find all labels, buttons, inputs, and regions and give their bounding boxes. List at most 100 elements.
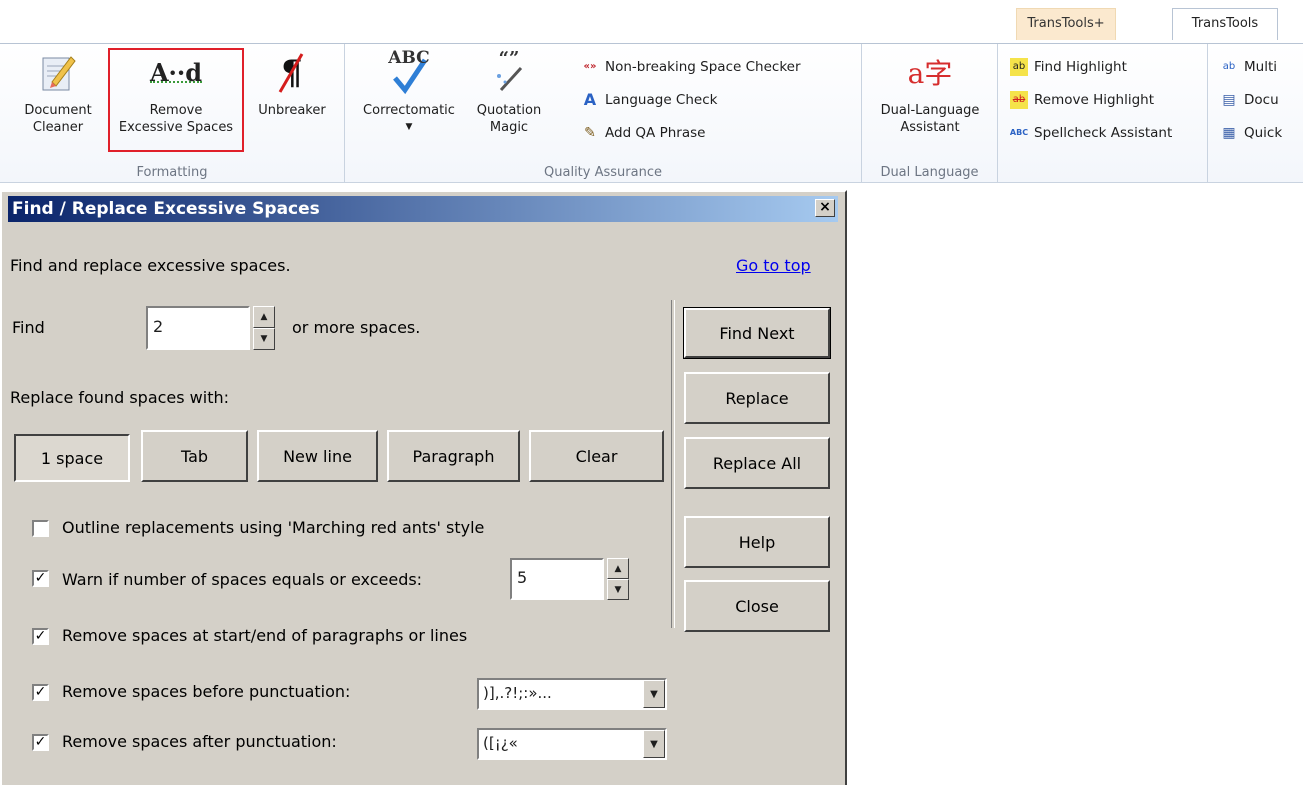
- dual-language-assistant-button[interactable]: a字 Dual-Language Assistant: [862, 50, 998, 136]
- language-check-icon: A: [583, 90, 597, 109]
- quick-button[interactable]: ▦ Quick: [1220, 122, 1282, 144]
- multi-icon: ab: [1222, 61, 1236, 72]
- before-punct-label: Remove spaces before punctuation:: [62, 682, 351, 701]
- language-check-button[interactable]: A Language Check: [581, 89, 718, 111]
- find-label: Find: [12, 318, 45, 337]
- go-to-top-link[interactable]: Go to top: [736, 256, 811, 275]
- paragraph-button[interactable]: Paragraph: [387, 430, 520, 482]
- document-cleaner-label2: Cleaner: [32, 120, 84, 135]
- find-highlight-label: Find Highlight: [1034, 59, 1127, 75]
- before-punct-select[interactable]: )],.?!;:»... ▼: [477, 678, 667, 710]
- spellcheck-assistant-label: Spellcheck Assistant: [1034, 125, 1173, 141]
- warn-checkbox[interactable]: ✓: [32, 570, 49, 587]
- quotation-magic-label2: Magic: [489, 120, 529, 135]
- after-punct-label: Remove spaces after punctuation:: [62, 732, 337, 751]
- remove-highlight-button[interactable]: ab Remove Highlight: [1010, 89, 1154, 111]
- dialog-titlebar[interactable]: Find / Replace Excessive Spaces ×: [8, 196, 838, 222]
- unbreaker-icon: ¶: [248, 50, 336, 96]
- spellcheck-assistant-button[interactable]: ABC Spellcheck Assistant: [1010, 122, 1172, 144]
- vertical-separator: [671, 300, 675, 628]
- after-punct-checkbox[interactable]: ✓: [32, 734, 49, 751]
- tab-option-button[interactable]: Tab: [141, 430, 248, 482]
- quotation-magic-label1: Quotation: [476, 103, 542, 118]
- document-cleaner-button[interactable]: Document Cleaner: [18, 50, 98, 136]
- warn-threshold-input[interactable]: 5: [510, 558, 604, 600]
- after-punct-value: ([¡¿«: [483, 734, 518, 752]
- spin-down-icon[interactable]: ▼: [607, 579, 629, 600]
- non-breaking-space-icon: «»: [583, 61, 597, 72]
- non-breaking-space-checker-button[interactable]: «» Non-breaking Space Checker: [581, 56, 801, 78]
- warn-threshold-spinner[interactable]: ▲ ▼: [607, 558, 629, 600]
- dialog-title: Find / Replace Excessive Spaces: [12, 199, 320, 219]
- spin-down-icon[interactable]: ▼: [253, 328, 275, 350]
- tab-transtools[interactable]: TransTools: [1172, 8, 1278, 40]
- quotation-magic-button[interactable]: “” Quotation Magic: [459, 50, 559, 136]
- replace-with-label: Replace found spaces with:: [10, 388, 230, 407]
- spin-up-icon[interactable]: ▲: [607, 558, 629, 579]
- find-count-spinner[interactable]: ▲ ▼: [253, 306, 275, 350]
- replace-button[interactable]: Replace: [684, 372, 830, 424]
- correctomatic-dropdown-icon[interactable]: ▼: [353, 119, 465, 136]
- tab-transtools-plus[interactable]: TransTools+: [1016, 8, 1116, 40]
- outline-checkbox[interactable]: [32, 520, 49, 537]
- group-dual-language-label: Dual Language: [880, 165, 979, 180]
- add-qa-phrase-button[interactable]: ✎ Add QA Phrase: [581, 122, 705, 144]
- group-quality-assurance-label: Quality Assurance: [544, 165, 662, 180]
- non-breaking-space-checker-label: Non-breaking Space Checker: [605, 59, 801, 75]
- find-next-button[interactable]: Find Next: [683, 307, 831, 359]
- group-highlight: ab Find Highlight ab Remove Highlight AB…: [998, 44, 1208, 182]
- after-punct-select[interactable]: ([¡¿« ▼: [477, 728, 667, 760]
- quick-icon: ▦: [1222, 125, 1236, 141]
- multi-label: Multi: [1244, 59, 1277, 75]
- correctomatic-label: Correctomatic: [363, 103, 455, 118]
- spin-up-icon[interactable]: ▲: [253, 306, 275, 328]
- group-formatting-label: Formatting: [136, 165, 208, 180]
- intro-text: Find and replace excessive spaces.: [10, 256, 291, 275]
- quotation-magic-icon: “”: [459, 50, 559, 96]
- before-punct-value: )],.?!;:»...: [483, 684, 552, 702]
- warn-option-label: Warn if number of spaces equals or excee…: [62, 570, 423, 589]
- add-qa-phrase-label: Add QA Phrase: [605, 125, 706, 141]
- unbreaker-button[interactable]: ¶ Unbreaker: [248, 50, 336, 119]
- dual-language-icon: a字: [907, 56, 953, 90]
- remove-highlight-icon: ab: [1010, 91, 1028, 109]
- replace-all-button[interactable]: Replace All: [684, 437, 830, 489]
- find-highlight-icon: ab: [1010, 58, 1028, 76]
- docu-icon: ▤: [1222, 92, 1236, 108]
- language-check-label: Language Check: [605, 92, 718, 108]
- find-count-input[interactable]: 2: [146, 306, 250, 350]
- help-button[interactable]: Help: [684, 516, 830, 568]
- group-quality-assurance: ABC Correctomatic ▼ “” Quotation Magic «…: [345, 44, 862, 182]
- group-extra: ab Multi ▤ Docu ▦ Quick: [1208, 44, 1303, 182]
- ribbon-tab-strip: TransTools+ TransTools: [0, 0, 1303, 44]
- correctomatic-icon: ABC: [353, 50, 465, 96]
- find-replace-dialog: Find / Replace Excessive Spaces × Find a…: [0, 190, 847, 785]
- dual-language-label1: Dual-Language: [880, 103, 980, 118]
- docu-label: Docu: [1244, 92, 1279, 108]
- docu-button[interactable]: ▤ Docu: [1220, 89, 1279, 111]
- outline-option-label: Outline replacements using 'Marching red…: [62, 518, 485, 537]
- dual-language-label2: Assistant: [900, 120, 960, 135]
- group-dual-language: a字 Dual-Language Assistant Dual Language: [862, 44, 998, 182]
- document-cleaner-label1: Document: [24, 103, 92, 118]
- one-space-button[interactable]: 1 space: [14, 434, 130, 482]
- add-qa-phrase-icon: ✎: [584, 125, 596, 141]
- multi-button[interactable]: ab Multi: [1220, 56, 1277, 78]
- find-suffix: or more spaces.: [292, 318, 421, 337]
- trim-option-label: Remove spaces at start/end of paragraphs…: [62, 626, 468, 645]
- quick-label: Quick: [1244, 125, 1283, 141]
- clear-button[interactable]: Clear: [529, 430, 664, 482]
- chevron-down-icon[interactable]: ▼: [643, 680, 665, 708]
- close-icon[interactable]: ×: [815, 199, 835, 217]
- find-highlight-button[interactable]: ab Find Highlight: [1010, 56, 1127, 78]
- trim-checkbox[interactable]: ✓: [32, 628, 49, 645]
- new-line-button[interactable]: New line: [257, 430, 378, 482]
- close-button[interactable]: Close: [684, 580, 830, 632]
- remove-highlight-label: Remove Highlight: [1034, 92, 1155, 108]
- unbreaker-label: Unbreaker: [258, 103, 326, 118]
- correctomatic-button[interactable]: ABC Correctomatic ▼: [353, 50, 465, 136]
- spellcheck-icon: ABC: [1009, 128, 1029, 137]
- chevron-down-icon[interactable]: ▼: [643, 730, 665, 758]
- before-punct-checkbox[interactable]: ✓: [32, 684, 49, 701]
- highlight-box: [108, 48, 244, 152]
